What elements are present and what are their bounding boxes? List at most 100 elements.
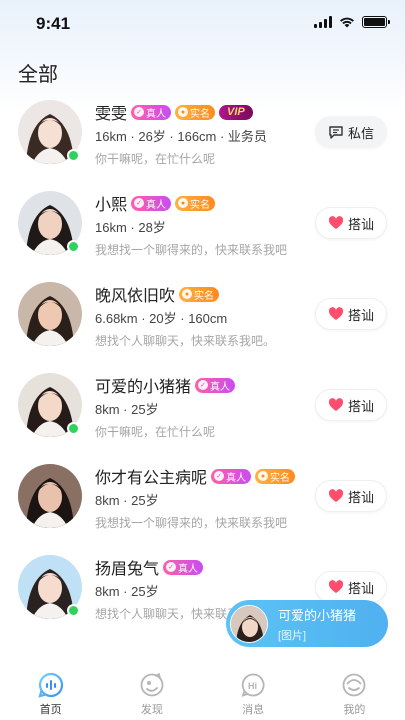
user-name: 雯雯 [95,106,128,123]
real-person-badge: ✓ 真人 [131,104,172,120]
user-list: 雯雯 ✓ 真人 ● 实名 VIP 16km · 26岁 · 166cm · 业务员 你干嘛呢，… [0,92,405,638]
message-button[interactable]: 私信 [314,116,387,148]
online-indicator [67,240,80,253]
verified-label: 实名 [270,472,291,484]
user-name: 可爱的小猪猪 [95,379,192,396]
greet-button[interactable]: 搭讪 [314,207,387,239]
real-person-badge: ✓ 真人 [131,195,172,211]
tab-messages[interactable]: Hi 消息 [203,663,304,720]
status-icons [314,16,390,28]
greet-button[interactable]: 搭讪 [314,389,387,421]
online-indicator [67,604,80,617]
toast-title: 可爱的小猪猪 [278,607,357,623]
user-details: 8km · 25岁 [95,493,159,508]
discover-icon [140,672,164,697]
verified-badge: ● 实名 [179,286,220,302]
user-name: 扬眉兔气 [95,561,160,578]
online-indicator [67,149,80,162]
chat-icon [329,126,343,139]
real-person-badge: ✓ 真人 [163,559,204,575]
real-person-label: 真人 [146,199,167,211]
action-label: 搭讪 [347,307,374,323]
avatar[interactable] [18,191,82,255]
tab-home[interactable]: 首页 [0,663,101,720]
real-person-label: 真人 [146,108,167,120]
check-icon: ✓ [134,198,145,208]
avatar[interactable] [18,373,82,437]
user-details: 6.68km · 20岁 · 160cm [95,311,228,326]
check-icon: ✓ [198,380,209,390]
verified-badge: ● 实名 [255,468,296,484]
tab-discover-label: 发现 [140,704,163,716]
user-name: 晚风依旧吹 [95,288,176,305]
user-signature: 你干嘛呢，在忙什么呢 [95,152,216,166]
user-signature: 你干嘛呢，在忙什么呢 [95,425,216,439]
message-toast[interactable]: 可爱的小猪猪 [图片] [226,600,388,647]
wifi-icon [340,17,354,28]
person-icon: ● [178,198,189,208]
user-row[interactable]: 晚风依旧吹 ● 实名 6.68km · 20岁 · 160cm 想找个人聊聊天，快来联系… [0,274,405,365]
user-signature: 我想找一个聊得来的，快来联系我吧 [95,243,288,257]
user-row[interactable]: 雯雯 ✓ 真人 ● 实名 VIP 16km · 26岁 · 166cm · 业务员 你干嘛呢，… [0,92,405,183]
user-details: 16km · 28岁 [95,220,166,235]
battery-icon [362,16,390,28]
page-title: 全部 [18,64,58,86]
user-details: 8km · 25岁 [95,402,159,417]
status-time: 9:41 [36,14,71,33]
signal-icon [314,16,332,28]
person-icon: ● [182,289,193,299]
user-row[interactable]: 小熙 ✓ 真人 ● 实名 16km · 28岁 我想找一个聊得来的，快来联系我吧 搭讪 [0,183,405,274]
verified-badge: ● 实名 [175,195,216,211]
avatar[interactable] [18,100,82,164]
greet-button[interactable]: 搭讪 [314,571,387,603]
person-icon: ● [178,107,189,117]
heart-icon [328,398,344,411]
online-indicator [67,422,80,435]
action-label: 搭讪 [347,216,374,232]
action-label: 私信 [347,125,374,141]
check-icon: ✓ [134,107,145,117]
user-signature: 我想找一个聊得来的，快来联系我吧 [95,516,288,530]
check-icon: ✓ [166,562,177,572]
toast-avatar [230,604,268,643]
user-details: 16km · 26岁 · 166cm · 业务员 [95,129,267,144]
user-signature: 想找个人聊聊天，快来联系我吧。 [95,334,276,348]
toast-subtitle: [图片] [278,629,307,642]
heart-icon [328,489,344,502]
action-label: 搭讪 [347,580,374,596]
heart-icon [328,216,344,229]
avatar[interactable] [18,555,82,619]
user-row[interactable]: 可爱的小猪猪 ✓ 真人 8km · 25岁你干嘛呢，在忙什么呢 搭讪 [0,365,405,456]
real-person-label: 真人 [178,563,199,575]
tab-messages-label: 消息 [242,704,265,716]
real-person-badge: ✓ 真人 [211,468,252,484]
verified-label: 实名 [194,290,215,302]
status-bar: 9:41 [0,0,405,46]
real-person-badge: ✓ 真人 [195,377,236,393]
user-name: 你才有公主病呢 [95,470,208,487]
action-label: 搭讪 [347,489,374,505]
real-person-label: 真人 [226,472,247,484]
tab-profile-label: 我的 [343,704,366,716]
heart-icon [328,307,344,320]
action-label: 搭讪 [347,398,374,414]
greet-button[interactable]: 搭讪 [314,298,387,330]
person-icon: ● [258,471,269,481]
tab-bar: 首页 发现 Hi 消息 我的 [0,663,405,720]
heart-icon [328,580,344,593]
vip-badge: VIP [219,104,253,120]
verified-label: 实名 [190,199,211,211]
avatar[interactable] [18,282,82,346]
profile-icon [342,673,366,697]
verified-badge: ● 实名 [175,104,216,120]
greet-button[interactable]: 搭讪 [314,480,387,512]
user-details: 8km · 25岁 [95,584,159,599]
verified-label: 实名 [190,108,211,120]
tab-discover[interactable]: 发现 [101,663,202,720]
home-voice-icon [38,672,63,698]
message-hi-icon: Hi [241,673,265,697]
check-icon: ✓ [214,471,225,481]
avatar[interactable] [18,464,82,528]
user-row[interactable]: 你才有公主病呢 ✓ 真人 ● 实名 8km · 25岁 我想找一个聊得来的，快来联系我吧 搭讪 [0,456,405,547]
tab-profile[interactable]: 我的 [304,663,405,720]
